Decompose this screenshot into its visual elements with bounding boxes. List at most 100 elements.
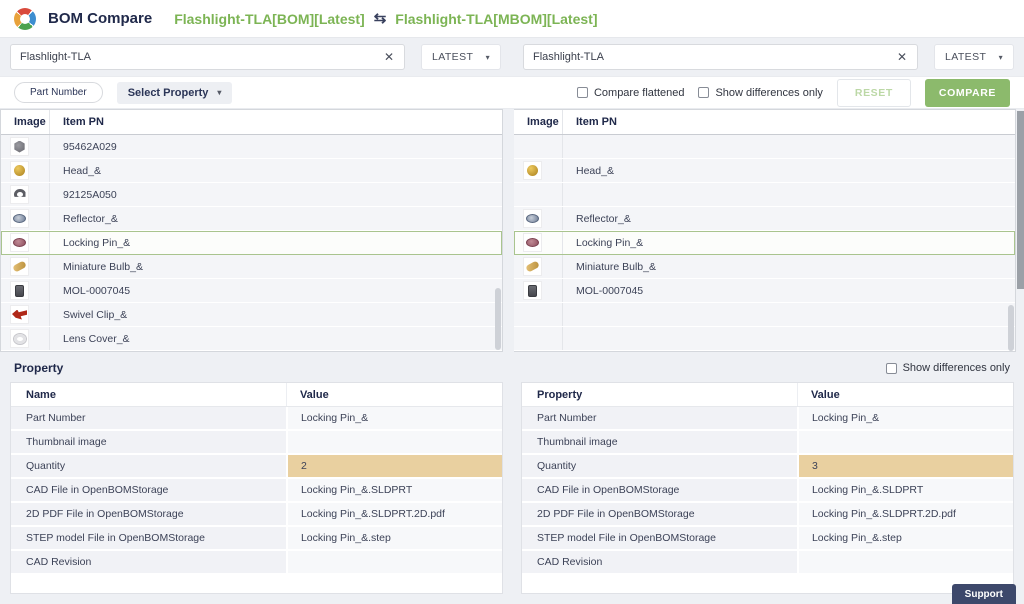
right-revision-select[interactable]: LATEST ▾: [934, 44, 1014, 70]
show-differences-label: Show differences only: [715, 87, 822, 99]
item-row-95462a029[interactable]: 95462A029: [1, 135, 502, 159]
item-row-empty[interactable]: [514, 135, 1015, 159]
compare-flattened-checkbox[interactable]: [577, 87, 588, 98]
item-thumbnail-cell: [1, 161, 49, 180]
thumbnail: [523, 161, 542, 180]
part-number-chip[interactable]: Part Number: [14, 82, 103, 103]
property-value-cell: Locking Pin_&.step: [797, 527, 1013, 549]
thumbnail: [523, 209, 542, 228]
property-show-differences-checkbox[interactable]: [886, 363, 897, 374]
property-value-cell: Locking Pin_&.SLDPRT: [286, 479, 502, 501]
item-thumbnail-cell: [1, 281, 49, 300]
item-pn-cell: Locking Pin_&: [49, 231, 502, 254]
item-pn-cell: Head_&: [562, 159, 1015, 182]
item-pn-cell: [562, 183, 1015, 206]
reset-button[interactable]: RESET: [837, 79, 911, 107]
image-column-header: Image: [514, 116, 562, 128]
item-thumbnail-cell: [1, 185, 49, 204]
compare-flattened-label: Compare flattened: [594, 87, 685, 99]
lens-ring-icon: [14, 334, 26, 344]
right-bom-title: Flashlight-TLA[MBOM][Latest]: [395, 11, 597, 27]
name-column-header: Name: [11, 383, 286, 406]
page-scrollbar[interactable]: [1017, 111, 1024, 289]
property-name-cell: 2D PDF File in OpenBOMStorage: [11, 503, 286, 525]
item-pn-cell: 95462A029: [49, 135, 502, 158]
item-thumbnail-cell: [1, 329, 49, 348]
item-thumbnail-cell: [1, 233, 49, 252]
right-clear-icon[interactable]: ✕: [896, 51, 908, 63]
property-value-cell: Locking Pin_&.step: [286, 527, 502, 549]
item-pn-cell: Swivel Clip_&: [49, 303, 502, 326]
property-row-cad-file-in-openbomstorage: CAD File in OpenBOMStorageLocking Pin_&.…: [522, 479, 1013, 503]
item-row-lens-cover[interactable]: Lens Cover_&: [1, 327, 502, 351]
thumbnail: [523, 233, 542, 252]
property-row-thumbnail-image: Thumbnail image: [522, 431, 1013, 455]
right-property-table: Property Value Part NumberLocking Pin_&T…: [521, 382, 1014, 594]
item-pn-cell: Locking Pin_&: [562, 231, 1015, 254]
property-value-cell: Locking Pin_&.SLDPRT.2D.pdf: [797, 503, 1013, 525]
item-row-swivel-clip[interactable]: Swivel Clip_&: [1, 303, 502, 327]
thumbnail: [10, 209, 29, 228]
item-pn-column-header: Item PN: [562, 110, 1015, 134]
item-thumbnail-cell: [1, 209, 49, 228]
item-thumbnail-cell: [1, 257, 49, 276]
property-name-cell: Part Number: [11, 407, 286, 429]
thumbnail: [10, 329, 29, 348]
item-row-reflector[interactable]: Reflector_&: [1, 207, 502, 231]
swap-arrows-icon: ⇆: [374, 11, 387, 26]
item-pn-cell: Head_&: [49, 159, 502, 182]
property-name-cell: CAD File in OpenBOMStorage: [522, 479, 797, 501]
left-search-box: ✕: [10, 44, 405, 70]
thumbnail: [10, 257, 29, 276]
property-name-cell: Thumbnail image: [522, 431, 797, 453]
thumbnail: [10, 137, 29, 156]
thumbnail: [523, 257, 542, 276]
item-row-mol-0007045[interactable]: MOL-0007045: [514, 279, 1015, 303]
left-revision-value: LATEST: [432, 51, 473, 63]
item-row-locking-pin[interactable]: Locking Pin_&: [514, 231, 1015, 255]
right-search-group: ✕ LATEST ▾: [523, 44, 1014, 70]
property-value-cell: Locking Pin_&.SLDPRT.2D.pdf: [286, 503, 502, 525]
chevron-down-icon: ▾: [999, 53, 1003, 62]
item-row-miniature-bulb[interactable]: Miniature Bulb_&: [514, 255, 1015, 279]
app-header: BOM Compare Flashlight-TLA[BOM][Latest] …: [0, 0, 1024, 38]
item-row-mol-0007045[interactable]: MOL-0007045: [1, 279, 502, 303]
property-row-2d-pdf-file-in-openbomstorage: 2D PDF File in OpenBOMStorageLocking Pin…: [522, 503, 1013, 527]
left-table-scrollbar[interactable]: [495, 288, 501, 350]
item-row-head[interactable]: Head_&: [514, 159, 1015, 183]
property-column-header: Property: [522, 383, 797, 406]
right-table-scrollbar[interactable]: [1008, 305, 1014, 351]
item-row-reflector[interactable]: Reflector_&: [514, 207, 1015, 231]
item-row-empty[interactable]: [514, 183, 1015, 207]
item-row-92125a050[interactable]: 92125A050: [1, 183, 502, 207]
show-differences-checkbox[interactable]: [698, 87, 709, 98]
select-property-dropdown[interactable]: Select Property ▾: [117, 82, 233, 104]
left-search-group: ✕ LATEST ▾: [10, 44, 501, 70]
item-thumbnail-cell: [514, 233, 562, 252]
property-value-cell: [286, 431, 502, 453]
right-item-table: Image Item PN Head_& Reflector_&Locking P…: [514, 109, 1016, 352]
property-row-step-model-file-in-openbomstorage: STEP model File in OpenBOMStorageLocking…: [11, 527, 502, 551]
right-bom-search-input[interactable]: [533, 51, 896, 63]
item-row-empty[interactable]: [514, 327, 1015, 351]
property-name-cell: CAD Revision: [522, 551, 797, 573]
support-button[interactable]: Support: [952, 584, 1016, 604]
item-row-locking-pin[interactable]: Locking Pin_&: [1, 231, 502, 255]
item-thumbnail-cell: [514, 161, 562, 180]
chevron-down-icon: ▾: [217, 88, 221, 97]
left-property-rows: Part NumberLocking Pin_&Thumbnail imageQ…: [11, 407, 502, 575]
property-row-part-number: Part NumberLocking Pin_&: [522, 407, 1013, 431]
left-bom-search-input[interactable]: [20, 51, 383, 63]
property-tables: Name Value Part NumberLocking Pin_&Thumb…: [10, 382, 1014, 594]
filter-actions: Compare flattened Show differences only …: [577, 79, 1010, 107]
property-value-cell: 2: [286, 455, 502, 477]
item-row-empty[interactable]: [514, 303, 1015, 327]
compare-button[interactable]: COMPARE: [925, 79, 1010, 107]
item-row-head[interactable]: Head_&: [1, 159, 502, 183]
property-section: Property Show differences only Name Valu…: [0, 352, 1024, 594]
item-thumbnail-cell: [1, 305, 49, 324]
item-pn-cell: Lens Cover_&: [49, 327, 502, 350]
item-row-miniature-bulb[interactable]: Miniature Bulb_&: [1, 255, 502, 279]
left-clear-icon[interactable]: ✕: [383, 51, 395, 63]
left-revision-select[interactable]: LATEST ▾: [421, 44, 501, 70]
